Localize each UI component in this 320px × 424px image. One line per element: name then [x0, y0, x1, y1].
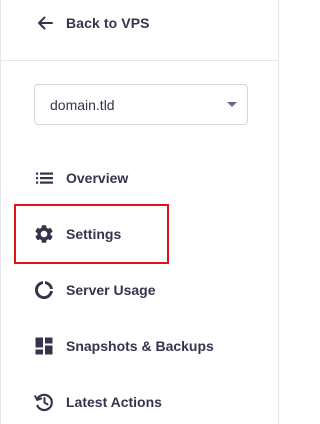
header-divider: [1, 60, 278, 61]
sidebar-item-label: Latest Actions: [66, 394, 162, 410]
sidebar-item-server-usage[interactable]: Server Usage: [33, 277, 156, 303]
chevron-down-icon: [227, 102, 237, 107]
domain-select[interactable]: domain.tld: [34, 84, 248, 125]
back-to-vps-link[interactable]: Back to VPS: [35, 10, 150, 36]
settings-highlight-box: [14, 204, 169, 264]
vps-sidebar: Back to VPS domain.tld Overview Settings: [0, 0, 279, 424]
donut-chart-icon: [33, 279, 55, 301]
sidebar-item-label: Server Usage: [66, 282, 156, 298]
sidebar-item-overview[interactable]: Overview: [33, 165, 128, 191]
back-to-vps-label: Back to VPS: [66, 15, 150, 31]
sidebar-item-snapshots-backups[interactable]: Snapshots & Backups: [33, 333, 214, 359]
list-icon: [33, 167, 55, 189]
sidebar-item-label: Snapshots & Backups: [66, 338, 214, 354]
sidebar-item-label: Overview: [66, 170, 129, 186]
sidebar-item-latest-actions[interactable]: Latest Actions: [33, 389, 162, 415]
history-clock-icon: [33, 391, 55, 413]
arrow-left-icon: [35, 13, 55, 33]
domain-select-value: domain.tld: [50, 96, 115, 113]
grid-tiles-icon: [33, 335, 55, 357]
